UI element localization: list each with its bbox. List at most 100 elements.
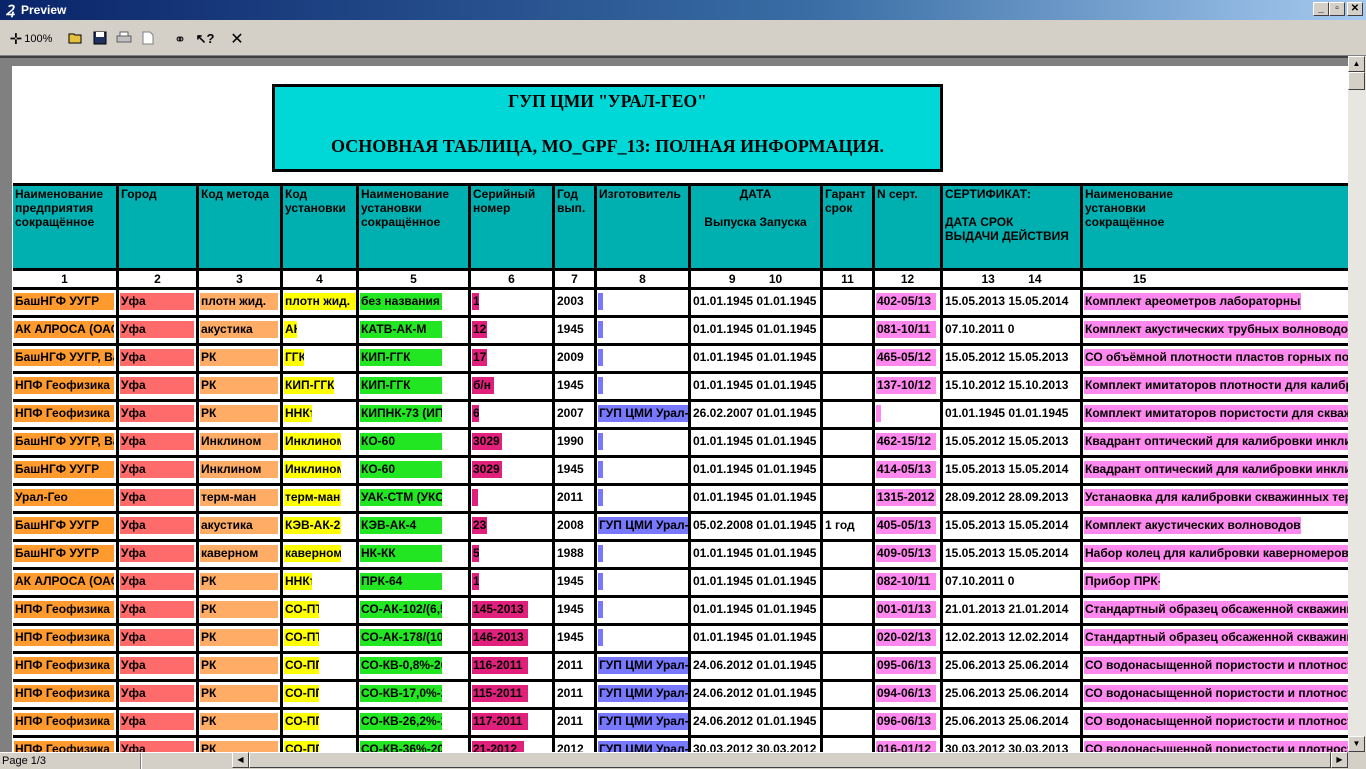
page-setup-button[interactable] (138, 28, 158, 50)
cell-value: КО-60 (360, 433, 442, 450)
table-cell-col12: 12.02.2013 12.02.2014 (943, 626, 1083, 651)
table-cell-col11 (875, 402, 943, 427)
table-cell-col5: СО-КВ-36%-2095-1 (359, 738, 471, 752)
table-row[interactable]: НПФ Геофизика Уфа РК КИП-ГГК КИП-ГГК б/н 1945 0… (13, 374, 1348, 402)
close-window-button[interactable]: ✕ (1347, 2, 1363, 16)
zoom-button[interactable]: ✛ 100% (6, 28, 56, 50)
table-cell-col1: НПФ Геофизика (13, 374, 119, 399)
table-row[interactable]: АК АЛРОСА (ОАО) Уфа акустика АК КАТВ-АК-М 12 1… (13, 318, 1348, 346)
table-cell-col4: КИП-ГГК (283, 374, 359, 399)
cell-value: УАК-СТМ (УКСТМ-10 (360, 489, 442, 506)
scroll-up-button[interactable]: ▲ (1348, 56, 1365, 72)
cell-value: каверном (200, 545, 278, 562)
table-cell-col12: 07.10.2011 0 (943, 318, 1083, 343)
table-row[interactable]: НПФ Геофизика Уфа РК ННКт КИПНК-73 (ИП1-ИП3 6… (13, 402, 1348, 430)
cell-value: 21-2012 (472, 741, 524, 752)
cell-value: 26.02.2007 01.01.1945 (693, 406, 817, 420)
cell-value: СО-ПП (284, 657, 319, 674)
cell-value: 15.05.2013 15.05.2014 (945, 462, 1069, 476)
table-cell-col11: 082-10/11 (875, 570, 943, 595)
cell-value: 01.01.1945 01.01.1945 (693, 378, 817, 392)
cell-value: 145-2013 (472, 601, 528, 618)
table-row[interactable]: БашНГФ УУГР Уфа плотн жид. плотн жид. без на… (13, 290, 1348, 318)
table-cell-col7: 2008 (555, 514, 597, 539)
table-cell-col8 (597, 374, 691, 399)
cell-value: Уфа (120, 741, 194, 752)
cell-value: НПФ Геофизика (14, 657, 114, 674)
minimize-button[interactable]: _ (1313, 2, 1329, 16)
cell-value (598, 573, 603, 590)
table-row[interactable]: БашНГФ УУГР, Ва Уфа Инклином Инклином КО-60 3… (13, 430, 1348, 458)
cell-value: 409-05/13 (876, 545, 936, 562)
table-row[interactable]: БашНГФ УУГР, Ва Уфа РК ГГК КИП-ГГК 17 2009 01.0… (13, 346, 1348, 374)
cell-value: Уфа (120, 685, 194, 702)
cell-value: 5 (472, 545, 480, 562)
table-row[interactable]: БашНГФ УУГР Уфа акустика КЭВ-АК-2 КЭВ-АК-4 23… (13, 514, 1348, 542)
cell-value: СО-КВ-36%-2095-1 (360, 741, 442, 752)
table-cell-col13: Квадрант оптический для калибровки инкли (1083, 430, 1348, 455)
table-cell-col6: 21-2012 (471, 738, 555, 752)
table-cell-col10 (823, 710, 875, 735)
cell-value: 462-15/12 (876, 433, 936, 450)
print-button[interactable] (114, 28, 134, 50)
preview-viewport[interactable]: ГУП ЦМИ "УРАЛ-ГЕО" ОСНОВНАЯ ТАБЛИЦА, MO_… (0, 56, 1348, 752)
table-row[interactable]: НПФ Геофизика Уфа РК СО-ПП СО-КВ-36%-2095-1 2… (13, 738, 1348, 752)
table-cell-col6: 1 (471, 570, 555, 595)
table-cell-col5: КО-60 (359, 430, 471, 455)
table-cell-col10 (823, 402, 875, 427)
table-cell-col8: ГУП ЦМИ Урал- (597, 402, 691, 427)
scroll-right-button[interactable]: ▶ (1331, 752, 1348, 768)
cell-value: 24.06.2012 01.01.1945 (693, 658, 817, 672)
table-cell-col6: 6 (471, 402, 555, 427)
table-cell-col2: Уфа (119, 598, 199, 623)
table-row[interactable]: НПФ Геофизика Уфа РК СО-ПТ СО-АК-178/(10,4)-… (13, 626, 1348, 654)
table-row[interactable]: Урал-Гео Уфа терм-ман терм-ман УАК-СТМ (УКСТ… (13, 486, 1348, 514)
cell-value: СО-АК-178/(10,4)- (360, 629, 442, 646)
save-button[interactable] (90, 28, 110, 50)
table-row[interactable]: НПФ Геофизика Уфа РК СО-ПП СО-КВ-17,0%-2419-… (13, 682, 1348, 710)
table-cell-col10 (823, 430, 875, 455)
table-row[interactable]: НПФ Геофизика Уфа РК СО-ПП СО-КВ-26,2%-2263-… (13, 710, 1348, 738)
horizontal-scroll-thumb[interactable] (249, 752, 1331, 768)
vertical-scroll-thumb[interactable] (1348, 72, 1365, 90)
table-cell-col4: ГГК (283, 346, 359, 371)
table-row[interactable]: БашНГФ УУГР Уфа Инклином Инклином КО-60 3029 1… (13, 458, 1348, 486)
table-cell-col8 (597, 542, 691, 567)
close-preview-button[interactable]: ✕ (226, 28, 248, 50)
cell-value (598, 433, 603, 450)
table-row[interactable]: НПФ Геофизика Уфа РК СО-ПП СО-КВ-0,8%-2695-2… (13, 654, 1348, 682)
table-cell-col5: ПРК-64 (359, 570, 471, 595)
table-cell-col8: ГУП ЦМИ Урал- (597, 710, 691, 735)
table-row[interactable]: НПФ Геофизика Уфа РК СО-ПТ СО-АК-102/(6,5)-1… (13, 598, 1348, 626)
table-cell-col2: Уфа (119, 738, 199, 752)
help-button[interactable]: ↖? (194, 28, 216, 50)
cell-value: БашНГФ УУГР (14, 545, 114, 562)
table-cell-col6: 12 (471, 318, 555, 343)
open-button[interactable] (66, 28, 86, 50)
cell-value: Набор колец для калибровки каверномеров (1084, 545, 1348, 562)
maximize-button[interactable]: ▫ (1329, 2, 1345, 16)
cell-value: АК АЛРОСА (ОАО) (14, 573, 114, 590)
table-row[interactable]: БашНГФ УУГР Уфа каверном каверном НК-КК 5 1988… (13, 542, 1348, 570)
table-cell-col6: 23 (471, 514, 555, 539)
table-cell-col11: 096-06/13 (875, 710, 943, 735)
table-cell-col12: 28.09.2012 28.09.2013 (943, 486, 1083, 511)
table-cell-col1: АК АЛРОСА (ОАО) (13, 570, 119, 595)
app-icon: Ꝝ (5, 2, 15, 18)
vertical-scrollbar[interactable]: ▲ ▼ (1348, 56, 1366, 752)
table-row[interactable]: АК АЛРОСА (ОАО) Уфа РК ННКт ПРК-64 1 1945 01.01… (13, 570, 1348, 598)
horizontal-scrollbar[interactable]: ◀ ▶ (232, 752, 1348, 768)
scroll-left-button[interactable]: ◀ (232, 752, 249, 768)
table-cell-col9: 26.02.2007 01.01.1945 (691, 402, 823, 427)
table-cell-col6: 146-2013 (471, 626, 555, 651)
find-button[interactable]: ⚭ (170, 28, 190, 50)
column-number-3: 3 (199, 271, 283, 287)
table-cell-col1: БашНГФ УУГР (13, 542, 119, 567)
scroll-down-button[interactable]: ▼ (1348, 736, 1365, 752)
column-header-9: ДАТА Выпуска Запуска (691, 186, 823, 268)
cell-value: 15.05.2013 15.05.2014 (945, 518, 1069, 532)
cell-value: КИП-ГГК (360, 349, 442, 366)
table-cell-col5: КИПНК-73 (ИП1-ИП3 (359, 402, 471, 427)
cell-value: СО водонасыщенной пористости и плотност (1084, 685, 1348, 702)
cell-value: 2003 (557, 294, 584, 308)
